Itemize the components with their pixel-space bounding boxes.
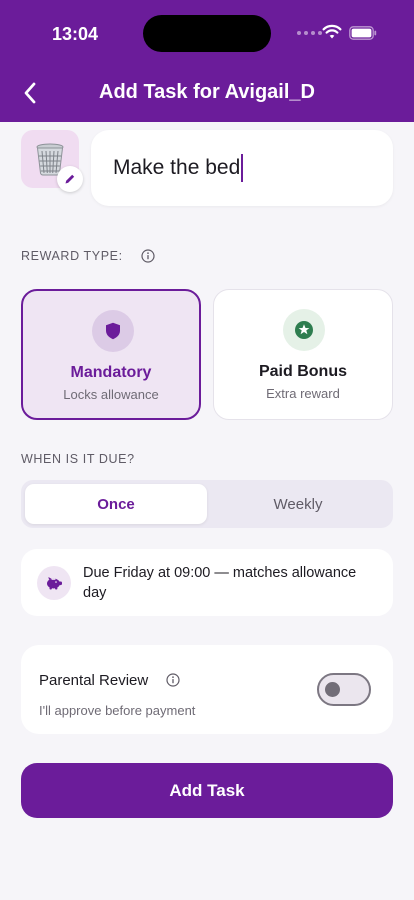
review-title: Parental Review (39, 672, 149, 689)
piggy-bank-icon (47, 577, 62, 590)
app-header: 13:04 Add Task for Avigail_D (0, 0, 414, 122)
info-icon[interactable] (166, 673, 180, 687)
dynamic-island (143, 15, 271, 52)
nav-bar: Add Task for Avigail_D (0, 72, 414, 114)
frequency-segmented-control: Once Weekly (21, 480, 393, 528)
wifi-icon (322, 24, 342, 39)
reward-title: Paid Bonus (258, 363, 347, 380)
segment-once[interactable]: Once (25, 484, 207, 524)
due-heading: WHEN IS IT DUE? (21, 452, 135, 466)
task-name-input[interactable]: Make the bed (91, 130, 393, 206)
reward-type-heading: REWARD TYPE: (21, 249, 155, 263)
due-icon-circle (37, 566, 71, 600)
parental-review-toggle[interactable] (317, 673, 371, 706)
cellular-signal-icon (297, 31, 322, 35)
reward-subtitle: Locks allowance (63, 387, 159, 402)
battery-icon (349, 26, 377, 40)
status-bar: 13:04 (0, 0, 414, 60)
info-icon[interactable] (141, 249, 155, 263)
reward-type-label: REWARD TYPE: (21, 249, 123, 263)
reward-title: Mandatory (70, 364, 152, 381)
due-summary-card: Due Friday at 09:00 — matches allowance … (21, 549, 393, 616)
reward-icon-circle (92, 310, 134, 352)
task-name-value: Make the bed (113, 156, 241, 179)
star-badge-icon (295, 321, 313, 339)
task-row: Make the bed (21, 130, 393, 206)
shield-icon (106, 322, 120, 340)
parental-review-card: Parental Review I'll approve before paym… (21, 645, 393, 734)
due-summary-text: Due Friday at 09:00 — matches allowance … (83, 565, 357, 601)
task-icon-picker[interactable] (21, 130, 83, 192)
segment-weekly[interactable]: Weekly (207, 484, 389, 524)
text-cursor (241, 154, 244, 182)
page-title: Add Task for Avigail_D (99, 81, 315, 103)
reward-option-mandatory[interactable]: Mandatory Locks allowance (21, 289, 201, 420)
pencil-icon (65, 174, 75, 184)
review-subtitle: I'll approve before payment (39, 703, 196, 718)
reward-icon-circle (283, 309, 325, 351)
edit-icon-button[interactable] (57, 166, 83, 192)
toggle-knob (325, 682, 340, 697)
add-task-button[interactable]: Add Task (21, 763, 393, 818)
status-time: 13:04 (52, 24, 99, 44)
reward-subtitle: Extra reward (266, 386, 340, 401)
reward-option-paid-bonus[interactable]: Paid Bonus Extra reward (213, 289, 393, 420)
